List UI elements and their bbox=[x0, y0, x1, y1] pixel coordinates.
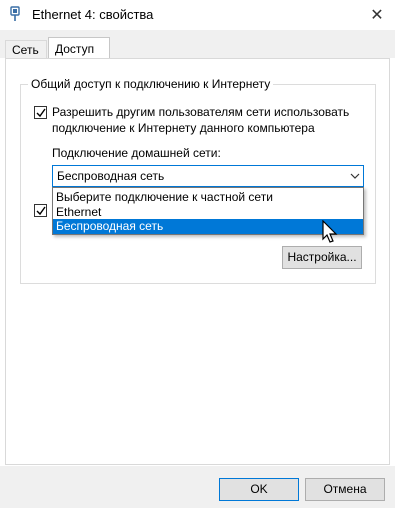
home-network-dropdown-list: Выберите подключение к частной сети Ethe… bbox=[52, 187, 364, 235]
network-adapter-icon bbox=[10, 6, 20, 21]
dropdown-option[interactable]: Ethernet bbox=[53, 205, 363, 220]
checkmark-icon bbox=[36, 206, 46, 216]
close-icon: ✕ bbox=[370, 7, 384, 24]
dropdown-option[interactable]: Выберите подключение к частной сети bbox=[53, 190, 363, 205]
tab-strip: Сеть Доступ bbox=[0, 30, 395, 60]
allow-others-label: Разрешить другим пользователям сети испо… bbox=[52, 105, 350, 135]
window-title: Ethernet 4: свойства bbox=[32, 7, 154, 22]
mouse-cursor-icon bbox=[322, 220, 338, 243]
dropdown-option-highlighted[interactable]: Беспроводная сеть bbox=[53, 219, 363, 234]
tab-sharing[interactable]: Доступ bbox=[48, 37, 110, 59]
allow-control-checkbox[interactable] bbox=[34, 204, 47, 217]
home-network-selected-value: Беспроводная сеть bbox=[57, 169, 165, 183]
checkmark-icon bbox=[36, 108, 46, 118]
ok-button[interactable]: OK bbox=[219, 478, 299, 501]
close-button[interactable]: ✕ bbox=[359, 0, 395, 30]
home-network-select[interactable]: Беспроводная сеть bbox=[52, 165, 364, 187]
title-bar: Ethernet 4: свойства ✕ bbox=[0, 0, 395, 30]
ics-group-title: Общий доступ к подключению к Интернету bbox=[28, 77, 274, 91]
cancel-button[interactable]: Отмена bbox=[305, 478, 385, 501]
allow-others-checkbox[interactable] bbox=[34, 106, 47, 119]
dialog-footer: OK Отмена bbox=[0, 466, 395, 508]
chevron-down-icon bbox=[350, 173, 360, 179]
home-network-label: Подключение домашней сети: bbox=[52, 146, 221, 160]
settings-button[interactable]: Настройка... bbox=[282, 246, 362, 269]
tab-network[interactable]: Сеть bbox=[5, 40, 47, 60]
